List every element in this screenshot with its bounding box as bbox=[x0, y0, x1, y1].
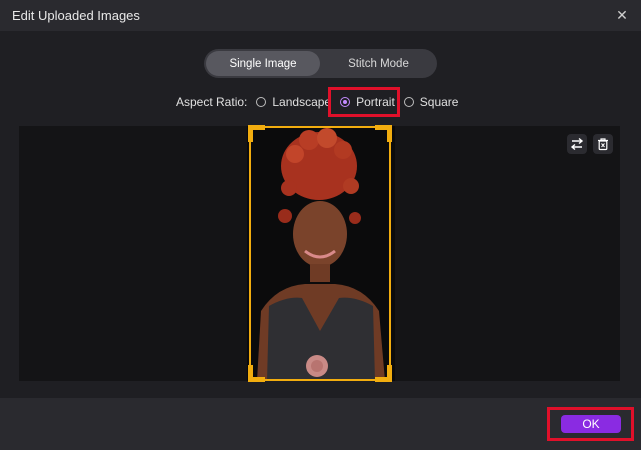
mode-switch: Single Image Stitch Mode bbox=[204, 49, 437, 78]
ok-highlight-box bbox=[547, 407, 634, 441]
swap-button[interactable] bbox=[567, 134, 587, 154]
aspect-ratio-group: Aspect Ratio: Landscape Portrait Square bbox=[176, 94, 467, 110]
crop-handle-top-right[interactable] bbox=[375, 125, 392, 142]
swap-icon bbox=[570, 137, 584, 151]
crop-handle-bottom-right[interactable] bbox=[375, 365, 392, 382]
radio-square[interactable]: Square bbox=[403, 95, 459, 109]
radio-square-label: Square bbox=[419, 95, 459, 109]
delete-button[interactable] bbox=[593, 134, 613, 154]
trash-icon bbox=[598, 138, 608, 151]
image-preview-area bbox=[19, 125, 620, 382]
window-title: Edit Uploaded Images bbox=[12, 8, 140, 23]
radio-landscape[interactable]: Landscape bbox=[256, 95, 331, 109]
radio-square-dot[interactable] bbox=[403, 97, 414, 107]
title-bar: Edit Uploaded Images ✕ bbox=[0, 0, 641, 31]
radio-landscape-label: Landscape bbox=[272, 95, 332, 109]
footer-bar bbox=[0, 398, 641, 450]
aspect-ratio-label: Aspect Ratio: bbox=[176, 95, 248, 109]
crop-handle-top-left[interactable] bbox=[248, 125, 265, 142]
tab-single-image[interactable]: Single Image bbox=[206, 51, 320, 76]
crop-handle-bottom-left[interactable] bbox=[248, 365, 265, 382]
radio-landscape-dot[interactable] bbox=[256, 97, 267, 107]
tab-stitch-mode[interactable]: Stitch Mode bbox=[322, 51, 435, 76]
crop-frame[interactable] bbox=[248, 125, 392, 382]
portrait-highlight-box bbox=[328, 87, 400, 117]
close-icon[interactable]: ✕ bbox=[613, 6, 631, 24]
